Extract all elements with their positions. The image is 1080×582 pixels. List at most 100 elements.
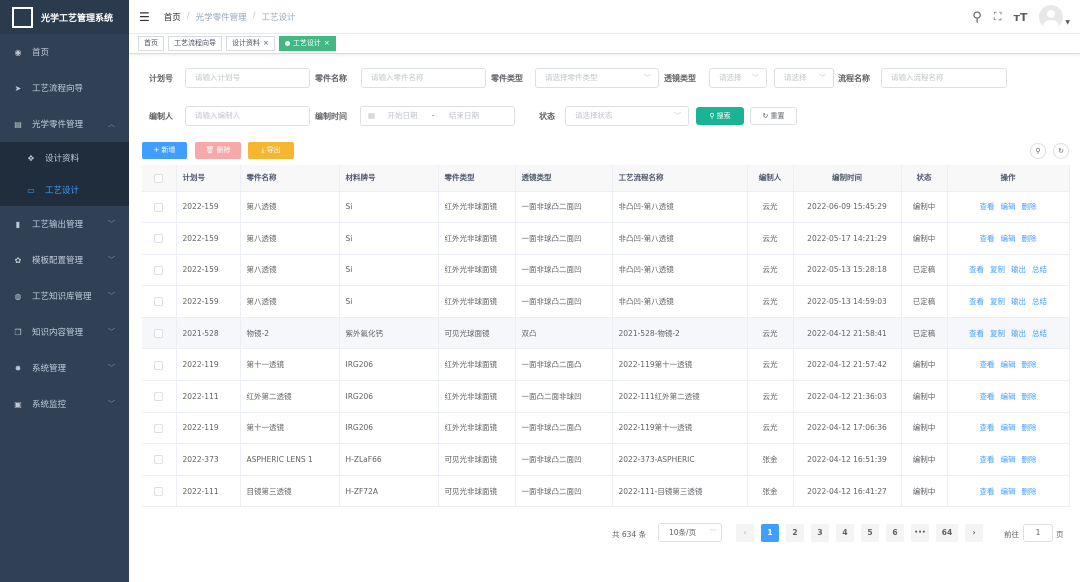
row-action-link[interactable]: 编辑 xyxy=(1001,202,1016,211)
table-row[interactable]: 2022-159 第八透镜 Si 红外光非球面镜 一面非球凸二面凹 非凸凹-第八透镜 云光 2… xyxy=(142,191,1070,224)
row-action-link[interactable]: 查看 xyxy=(980,487,995,496)
row-action-link[interactable]: 编辑 xyxy=(1001,487,1016,496)
sidebar-item-template-config[interactable]: ✿ 模板配置管理 ﹀ xyxy=(0,242,129,278)
page-5[interactable]: 5 xyxy=(861,524,879,542)
lens-type-select-2[interactable]: 请选择 ﹀ xyxy=(774,68,834,88)
row-action-link[interactable]: 查看 xyxy=(969,265,984,274)
fullscreen-icon[interactable]: ⛶ xyxy=(994,10,1002,24)
sidebar-item-process-design[interactable]: ▭ 工艺设计 xyxy=(0,174,129,206)
page-1[interactable]: 1 xyxy=(761,524,779,542)
row-action-link[interactable]: 输出 xyxy=(1011,265,1026,274)
row-action-link[interactable]: 输出 xyxy=(1011,297,1026,306)
row-checkbox[interactable] xyxy=(142,443,177,476)
breadcrumb-home[interactable]: 首页 xyxy=(164,11,181,23)
page-size-select[interactable]: 10条/页 ﹀ xyxy=(658,523,722,542)
date-range-picker[interactable]: ▦ 开始日期 - 结束日期 xyxy=(360,106,515,126)
row-checkbox[interactable] xyxy=(142,412,177,445)
sidebar-item-flow-wizard[interactable]: ➤ 工艺流程向导 xyxy=(0,70,129,106)
hamburger-icon[interactable]: ☰ xyxy=(139,10,150,24)
page-6[interactable]: 6 xyxy=(886,524,904,542)
row-action-link[interactable]: 总结 xyxy=(1032,329,1047,338)
row-action-link[interactable]: 删除 xyxy=(1022,487,1037,496)
page-3[interactable]: 3 xyxy=(811,524,829,542)
author-input[interactable]: 请输入编制人 xyxy=(185,106,310,126)
table-row[interactable]: 2022-119 第十一透镜 IRG206 红外光非球面镜 一面非球凸二面凸 2022-1… xyxy=(142,348,1070,382)
sidebar-item-design-docs[interactable]: ✥ 设计资料 xyxy=(0,142,129,174)
row-action-link[interactable]: 总结 xyxy=(1032,297,1047,306)
sidebar-item-output-mgmt[interactable]: ▮ 工艺输出管理 ﹀ xyxy=(0,206,129,242)
row-checkbox[interactable] xyxy=(142,254,177,287)
add-button[interactable]: + 新增 xyxy=(142,142,187,159)
close-icon[interactable]: × xyxy=(324,39,330,47)
table-row[interactable]: 2022-111 红外第二透镜 IRG206 红外光非球面镜 一面凸二面非球凹 2022-… xyxy=(142,380,1070,413)
table-row[interactable]: 2022-159 第八透镜 Si 红外光非球面镜 一面非球凸二面凹 非凸凹-第八透镜 云光 2… xyxy=(142,254,1070,287)
row-checkbox[interactable] xyxy=(142,348,177,382)
sidebar-item-knowledge-content[interactable]: ❐ 知识内容管理 ﹀ xyxy=(0,314,129,350)
row-checkbox[interactable] xyxy=(142,222,177,255)
row-action-link[interactable]: 删除 xyxy=(1022,234,1037,243)
export-button[interactable]: ⤓ 导出 xyxy=(248,142,294,159)
row-action-link[interactable]: 删除 xyxy=(1022,392,1037,401)
sidebar-item-optical-parts[interactable]: ▤ 光学零件管理 ︿ xyxy=(0,106,129,142)
row-action-link[interactable]: 查看 xyxy=(969,297,984,306)
table-row[interactable]: 2022-159 第八透镜 Si 红外光非球面镜 一面非球凸二面凹 非凸凹-第八透镜 云光 2… xyxy=(142,285,1070,318)
row-action-link[interactable]: 查看 xyxy=(969,329,984,338)
avatar[interactable] xyxy=(1039,5,1064,29)
search-icon[interactable]: ⚲ xyxy=(972,10,982,25)
row-action-link[interactable]: 删除 xyxy=(1022,423,1037,432)
row-action-link[interactable]: 查看 xyxy=(980,423,995,432)
row-action-link[interactable]: 查看 xyxy=(980,360,995,369)
more-pages[interactable]: ••• xyxy=(911,524,929,542)
flow-name-input[interactable]: 请输入流程名称 xyxy=(881,68,1007,88)
row-checkbox[interactable] xyxy=(142,475,177,508)
row-action-link[interactable]: 查看 xyxy=(980,455,995,464)
table-row[interactable]: 2022-119 第十一透镜 IRG206 红外光非球面镜 一面非球凸二面凸 2022-1… xyxy=(142,412,1070,445)
caret-down-icon[interactable]: ▼ xyxy=(1065,19,1070,26)
row-action-link[interactable]: 编辑 xyxy=(1001,423,1016,432)
delete-button[interactable]: 🗑 删除 xyxy=(195,142,241,159)
sidebar-item-system-mgmt[interactable]: ✸ 系统管理 ﹀ xyxy=(0,350,129,386)
row-checkbox[interactable] xyxy=(142,380,177,413)
part-name-input[interactable]: 请输入零件名称 xyxy=(361,68,486,88)
row-action-link[interactable]: 复制 xyxy=(990,297,1005,306)
tag-flow-wizard[interactable]: 工艺流程向导 xyxy=(168,36,222,51)
table-row[interactable]: 2022-111 目镜第三透镜 H-ZF72A 可见光非球面镜 一面非球凸二面凹 2022… xyxy=(142,475,1070,508)
reset-button[interactable]: ↻ 重置 xyxy=(750,107,797,125)
row-checkbox[interactable] xyxy=(142,191,177,224)
next-page-button[interactable]: › xyxy=(965,524,983,542)
sidebar-item-home[interactable]: ◉ 首页 xyxy=(0,34,129,70)
row-action-link[interactable]: 编辑 xyxy=(1001,455,1016,464)
row-action-link[interactable]: 复制 xyxy=(990,329,1005,338)
tag-design-docs[interactable]: 设计资料 × xyxy=(226,36,275,51)
row-action-link[interactable]: 编辑 xyxy=(1001,392,1016,401)
row-action-link[interactable]: 复制 xyxy=(990,265,1005,274)
row-action-link[interactable]: 总结 xyxy=(1032,265,1047,274)
page-64[interactable]: 64 xyxy=(936,524,958,542)
close-icon[interactable]: × xyxy=(263,39,269,47)
row-action-link[interactable]: 编辑 xyxy=(1001,234,1016,243)
search-button[interactable]: ⚲ 搜索 xyxy=(696,107,744,125)
tag-process-design[interactable]: 工艺设计 × xyxy=(278,36,336,51)
select-all-checkbox[interactable] xyxy=(142,165,177,192)
lens-type-select-1[interactable]: 请选择 ﹀ xyxy=(709,68,767,88)
row-action-link[interactable]: 删除 xyxy=(1022,360,1037,369)
row-action-link[interactable]: 查看 xyxy=(980,202,995,211)
goto-page-input[interactable]: 1 xyxy=(1023,524,1053,542)
row-checkbox[interactable] xyxy=(142,285,177,318)
plan-no-input[interactable]: 请输入计划号 xyxy=(185,68,310,88)
sidebar-item-knowledge-base[interactable]: ◍ 工艺知识库管理 ﹀ xyxy=(0,278,129,314)
row-action-link[interactable]: 删除 xyxy=(1022,455,1037,464)
sidebar-item-system-monitor[interactable]: ▣ 系统监控 ﹀ xyxy=(0,386,129,422)
tag-home[interactable]: 首页 xyxy=(138,36,164,51)
font-size-icon[interactable]: тT xyxy=(1013,11,1027,24)
refresh-button[interactable]: ↻ xyxy=(1053,143,1069,159)
table-row[interactable]: 2022-373 ASPHERIC LENS 1 H-ZLaF66 可见光非球面镜 一面… xyxy=(142,443,1070,476)
page-2[interactable]: 2 xyxy=(786,524,804,542)
row-action-link[interactable]: 输出 xyxy=(1011,329,1026,338)
row-action-link[interactable]: 编辑 xyxy=(1001,360,1016,369)
table-row[interactable]: 2022-159 第八透镜 Si 红外光非球面镜 一面非球凸二面凹 非凸凹-第八透镜 云光 2… xyxy=(142,222,1070,255)
prev-page-button[interactable]: ‹ xyxy=(736,524,754,542)
row-action-link[interactable]: 删除 xyxy=(1022,202,1037,211)
row-checkbox[interactable] xyxy=(142,317,177,350)
row-action-link[interactable]: 查看 xyxy=(980,234,995,243)
